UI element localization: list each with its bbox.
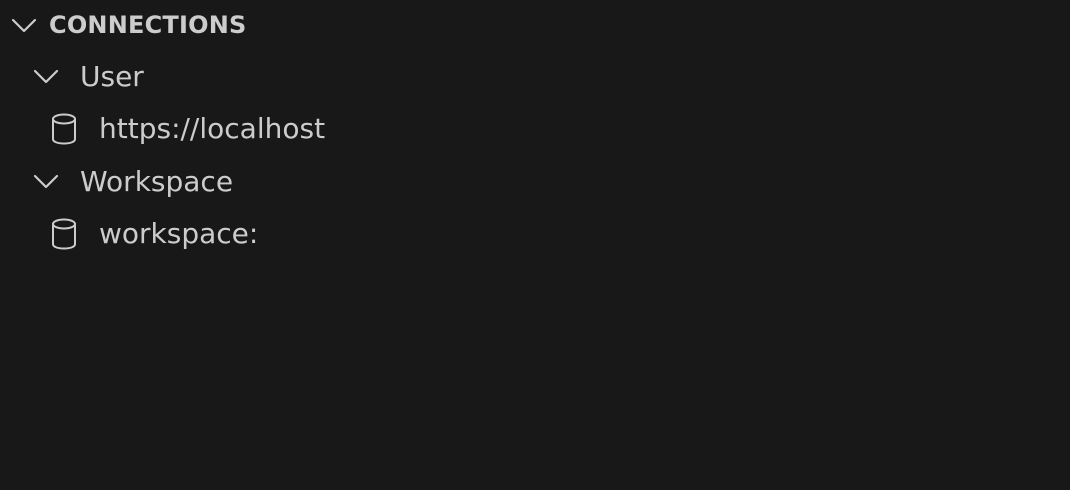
tree-group-label: Workspace	[80, 165, 234, 198]
chevron-down-icon[interactable]	[11, 13, 37, 39]
connections-section-header[interactable]: CONNECTIONS	[0, 0, 1070, 50]
tree-item-connection[interactable]: workspace:	[0, 208, 1070, 260]
connection-label: https://localhost	[99, 112, 326, 145]
connections-panel: CONNECTIONS User https://localhost Works…	[0, 0, 1070, 490]
connection-label: workspace:	[99, 217, 259, 250]
database-icon	[50, 217, 78, 251]
tree-group-label: User	[80, 60, 144, 93]
section-title: CONNECTIONS	[49, 11, 247, 39]
tree-item-connection[interactable]: https://localhost	[0, 103, 1070, 155]
chevron-down-icon[interactable]	[33, 64, 59, 90]
tree-group-workspace[interactable]: Workspace	[0, 156, 1070, 208]
tree-group-user[interactable]: User	[0, 51, 1070, 103]
chevron-down-icon[interactable]	[33, 169, 59, 195]
database-icon	[50, 112, 78, 146]
